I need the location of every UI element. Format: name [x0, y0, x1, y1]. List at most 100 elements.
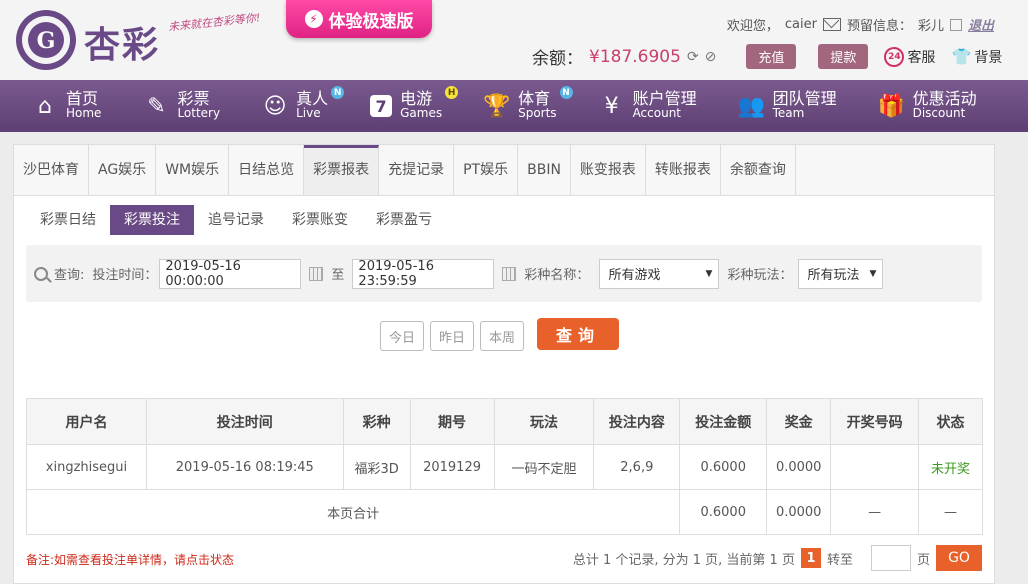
subtab-2[interactable]: 追号记录: [194, 205, 278, 235]
nav-label-zh: 电游: [400, 89, 433, 108]
chevron-down-icon: ▼: [869, 268, 877, 279]
notice-value: 彩儿: [917, 19, 944, 34]
slogan: 未来就在杏彩等你!: [167, 11, 261, 34]
nav-label-zh: 真人: [296, 89, 329, 108]
nav-item-live[interactable]: ☺ 真人 Live N: [262, 80, 345, 132]
summary-row: 本页合计 0.6000 0.0000— —: [25, 489, 983, 535]
background-label: 背景: [974, 49, 1003, 66]
yen-icon: ¥: [604, 93, 619, 119]
person-icon: ☺: [263, 93, 287, 119]
service-24-icon: 24: [884, 46, 905, 67]
nav-label-zh: 团队管理: [772, 89, 837, 108]
service-link[interactable]: 24 客服: [884, 46, 936, 67]
nav-label-en: Account: [632, 106, 682, 120]
withdraw-button[interactable]: 提款: [818, 44, 869, 69]
header: G 杏彩 未来就在杏彩等你! ⚡ 体验极速版 欢迎您， caier 预留信息： …: [0, 0, 1028, 80]
jump-label: 转至: [826, 552, 853, 568]
nav-label-zh: 彩票: [177, 89, 210, 108]
nav-label-zh: 首页: [66, 89, 99, 108]
quick-range-button[interactable]: 今日: [380, 321, 424, 351]
tab-10[interactable]: 余额查询: [721, 145, 796, 195]
edit-icon[interactable]: [949, 18, 962, 31]
subtab-3[interactable]: 彩票账变: [278, 205, 362, 235]
service-label: 客服: [907, 49, 936, 66]
tab-9[interactable]: 转账报表: [646, 145, 721, 195]
tab-1[interactable]: AG娱乐: [89, 145, 157, 195]
start-time-input[interactable]: 2019-05-16 00:00:00: [159, 258, 302, 289]
subtab-0[interactable]: 彩票日结: [26, 205, 110, 235]
mail-icon[interactable]: [822, 18, 841, 31]
go-button[interactable]: GO: [936, 545, 982, 571]
column-header: 奖金: [766, 398, 832, 445]
current-page[interactable]: 1: [800, 548, 821, 568]
table-cell: xingzhisegui: [26, 444, 147, 490]
tab-0[interactable]: 沙巴体育: [14, 145, 89, 195]
promo-button[interactable]: ⚡ 体验极速版: [286, 0, 432, 38]
nav-label-en: Games: [400, 106, 443, 120]
refresh-icon[interactable]: ⟳: [687, 49, 699, 65]
nav-label: 真人 Live: [296, 91, 328, 121]
page-unit: 页: [916, 552, 930, 568]
tab-7[interactable]: BBIN: [518, 145, 571, 195]
tab-8[interactable]: 账变报表: [571, 145, 646, 195]
query-button[interactable]: 查询: [537, 318, 619, 350]
table-cell: 福彩3D: [342, 444, 411, 490]
subtab-4[interactable]: 彩票盈亏: [362, 205, 446, 235]
nav-item-games[interactable]: 7 电游 Games H: [370, 80, 459, 132]
column-header: 投注金额: [679, 398, 768, 445]
eye-hide-icon[interactable]: ⊘: [705, 49, 717, 65]
end-time-input[interactable]: 2019-05-16 23:59:59: [352, 258, 495, 289]
lottery-subtabs: 彩票日结 彩票投注 追号记录 彩票账变 彩票盈亏: [26, 205, 446, 235]
nav-label-zh: 优惠活动: [912, 89, 977, 108]
table-header: 用户名 投注时间 彩种 期号 玩法 投注内容 投注金额 奖金 开奖号码 状态: [26, 398, 983, 445]
column-header: 用户名: [26, 398, 147, 445]
nav-item-home[interactable]: ⌂ 首页 Home: [32, 80, 101, 132]
jump-input[interactable]: [870, 545, 911, 571]
tab-5[interactable]: 充提记录: [379, 145, 455, 195]
logout-link[interactable]: 退出: [968, 15, 994, 34]
subtab-1[interactable]: 彩票投注: [110, 205, 194, 235]
nav-item-account[interactable]: ¥ 账户管理 Account: [599, 80, 697, 132]
nav-item-sports[interactable]: 🏆 体育 Sports N: [483, 80, 573, 132]
summary-cell: 0.6000: [679, 489, 768, 535]
notice-label: 预留信息：: [846, 19, 912, 34]
calendar-icon[interactable]: [502, 266, 517, 281]
play-select-value: 所有玩法: [807, 268, 860, 283]
nav-label: 首页 Home: [66, 91, 101, 121]
deposit-button[interactable]: 充值: [746, 44, 797, 69]
nav-label: 优惠活动 Discount: [913, 91, 977, 121]
nav-item-team[interactable]: 👥 团队管理 Team: [737, 80, 837, 132]
brand-name: 杏彩: [84, 24, 161, 66]
nav-label-en: Team: [772, 106, 805, 120]
report-panel: 沙巴体育 AG娱乐 WM娱乐 日结总览 彩票报表 充提记录 PT娱乐 BBIN 账变报表 转账报表…: [13, 144, 995, 584]
column-header: 投注内容: [593, 398, 681, 445]
team-icon: 👥: [737, 93, 766, 119]
tab-2[interactable]: WM娱乐: [156, 145, 230, 195]
quick-range-button[interactable]: 本周: [480, 321, 524, 351]
column-header: 彩种: [342, 398, 411, 445]
nav-label-zh: 账户管理: [632, 89, 697, 108]
table-cell: 2019129: [409, 444, 495, 490]
tab-6[interactable]: PT娱乐: [454, 145, 519, 195]
table-cell: 一码不定胆: [493, 444, 595, 490]
calendar-icon[interactable]: [309, 266, 324, 281]
tab-4[interactable]: 彩票报表: [304, 145, 380, 195]
search-label: 查询:: [54, 268, 85, 283]
svg-text:G: G: [37, 28, 56, 54]
nav-label: 彩票 Lottery: [177, 91, 220, 121]
play-select[interactable]: 所有玩法 ▼: [798, 258, 884, 289]
report-tabs: 沙巴体育 AG娱乐 WM娱乐 日结总览 彩票报表 充提记录 PT娱乐 BBIN 账变报表 转账报表…: [14, 145, 994, 196]
main-nav: ⌂ 首页 Home ✎ 彩票 Lottery ☺ 真人 Live N 7 电游 Games H 🏆 体育 Spo…: [0, 80, 1028, 132]
nav-item-lottery[interactable]: ✎ 彩票 Lottery: [143, 80, 220, 132]
pager-summary: 总计 1 个记录, 分为 1 页, 当前第 1 页: [572, 552, 795, 568]
logo-icon[interactable]: G: [14, 8, 78, 72]
quick-range-button[interactable]: 昨日: [430, 321, 474, 351]
summary-cell: —: [918, 489, 983, 535]
game-select-value: 所有游戏: [608, 268, 661, 283]
nav-item-discount[interactable]: 🎁 优惠活动 Discount: [878, 80, 977, 132]
table-cell[interactable]: 未开奖: [918, 444, 983, 490]
tab-3[interactable]: 日结总览: [229, 145, 305, 195]
background-link[interactable]: 👕 背景: [951, 47, 1002, 67]
game-select[interactable]: 所有游戏 ▼: [599, 258, 720, 289]
summary-cell: —: [830, 489, 920, 535]
